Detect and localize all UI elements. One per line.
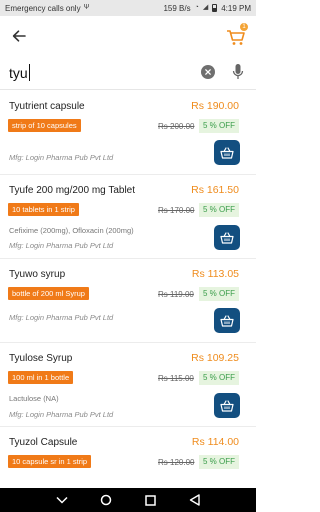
network-speed: 159 B/s [163, 3, 191, 13]
product-list: Tyutrient capsule Rs 190.00 strip of 10 … [0, 91, 256, 488]
product-item[interactable]: Tyutrient capsule Rs 190.00 strip of 10 … [0, 91, 256, 175]
product-item[interactable]: Tyulose Syrup Rs 109.25 100 ml in 1 bott… [0, 343, 256, 427]
mrp-strikethrough: Rs 115.00 [158, 374, 194, 383]
cart-button[interactable]: 1 [226, 22, 249, 46]
mrp-strikethrough: Rs 119.00 [158, 290, 194, 299]
salt-composition: Lactulose (NA) [9, 394, 59, 403]
discount-badge: 5 % OFF [199, 371, 239, 385]
nav-down-icon[interactable] [55, 493, 69, 507]
usb-icon: Ψ [83, 4, 90, 11]
mrp-strikethrough: Rs 200.00 [158, 122, 195, 131]
product-price: Rs 190.00 [191, 100, 239, 112]
discount-badge: 5 % OFF [199, 119, 239, 133]
app-header: 1 [0, 16, 256, 56]
product-item[interactable]: Tyuzol Capsule Rs 114.00 10 capsule sr i… [0, 427, 256, 488]
mic-icon [232, 64, 244, 79]
product-name: Tyutrient capsule [9, 101, 85, 112]
product-name: Tyulose Syrup [9, 353, 73, 364]
battery-icon [212, 4, 218, 12]
voice-search-button[interactable] [231, 62, 245, 82]
discount-badge: 5 % OFF [199, 455, 239, 469]
status-bar: Emergency calls only Ψ 159 B/s ◔ ◢ 4:19 … [0, 0, 256, 16]
pack-size-badge: 10 capsule sr in 1 strip [8, 455, 92, 468]
clock: 4:19 PM [221, 3, 251, 13]
status-text: Emergency calls only [5, 3, 81, 13]
nav-back-icon[interactable] [187, 493, 201, 507]
pack-size-badge: 10 tablets in 1 strip [8, 203, 79, 216]
discount-badge: 5 % OFF [199, 203, 239, 217]
manufacturer: Mfg: Login Pharma Pub Pvt Ltd [9, 153, 114, 162]
product-item[interactable]: Tyuwo syrup Rs 113.05 bottle of 200 ml S… [0, 259, 256, 343]
pack-size-badge: strip of 10 capsules [8, 119, 81, 132]
search-input[interactable] [9, 62, 189, 84]
mrp-strikethrough: Rs 120.00 [158, 458, 195, 467]
back-button[interactable] [8, 25, 30, 47]
system-nav-bar [0, 488, 256, 512]
salt-composition: Cefixime (200mg), Ofloxacin (200mg) [9, 226, 134, 235]
basket-icon [220, 314, 234, 327]
close-icon [205, 69, 211, 75]
cart-count-badge: 1 [239, 22, 249, 32]
basket-icon [220, 146, 234, 159]
pack-size-badge: bottle of 200 ml Syrup [8, 287, 89, 300]
manufacturer: Mfg: Login Pharma Pub Pvt Ltd [9, 241, 114, 250]
product-price: Rs 109.25 [191, 352, 239, 364]
search-bar [0, 56, 256, 90]
wifi-icon: ◔ [194, 4, 199, 11]
pack-size-badge: 100 ml in 1 bottle [8, 371, 74, 384]
basket-icon [220, 231, 234, 244]
text-cursor [29, 64, 30, 81]
nav-home-icon[interactable] [99, 493, 113, 507]
product-price: Rs 161.50 [191, 184, 239, 196]
nav-recents-icon[interactable] [143, 493, 157, 507]
product-name: Tyuzol Capsule [9, 437, 78, 448]
manufacturer: Mfg: Login Pharma Pub Pvt Ltd [9, 410, 114, 419]
arrow-left-icon [12, 30, 26, 42]
product-name: Tyuwo syrup [9, 269, 66, 280]
clear-search-button[interactable] [201, 65, 215, 79]
manufacturer: Mfg: Login Pharma Pub Pvt Ltd [9, 313, 114, 322]
add-to-basket-button[interactable] [214, 225, 240, 250]
add-to-basket-button[interactable] [214, 308, 240, 333]
mrp-strikethrough: Rs 170.00 [158, 206, 195, 215]
product-price: Rs 114.00 [191, 436, 239, 448]
product-name: Tyufe 200 mg/200 mg Tablet [9, 185, 136, 196]
add-to-basket-button[interactable] [214, 393, 240, 418]
signal-icon: ◢ [202, 4, 209, 11]
add-to-basket-button[interactable] [214, 140, 240, 165]
basket-icon [220, 399, 234, 412]
discount-badge: 5 % OFF [199, 287, 239, 301]
product-item[interactable]: Tyufe 200 mg/200 mg Tablet Rs 161.50 10 … [0, 175, 256, 259]
product-price: Rs 113.05 [191, 268, 239, 280]
